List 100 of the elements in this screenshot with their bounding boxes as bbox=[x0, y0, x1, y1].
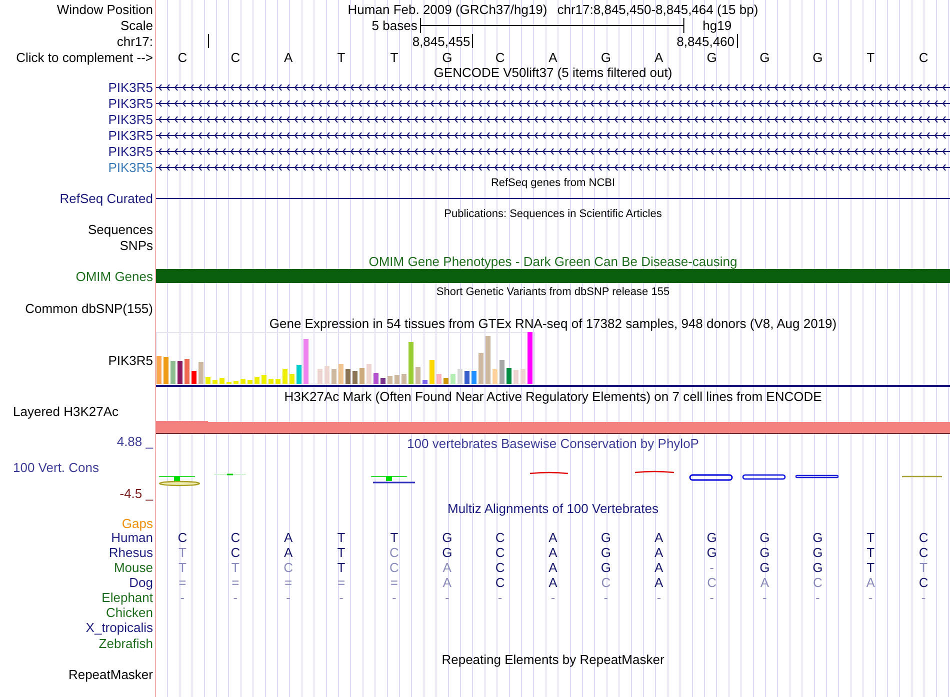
expression-bar[interactable] bbox=[276, 379, 280, 384]
expression-bar[interactable] bbox=[296, 365, 302, 384]
alignment-base: - bbox=[656, 590, 662, 605]
expression-bar[interactable] bbox=[492, 369, 498, 384]
base-letter[interactable]: A bbox=[654, 50, 664, 64]
expression-bar[interactable] bbox=[394, 375, 400, 384]
expression-bar[interactable] bbox=[304, 339, 308, 384]
base-letter[interactable]: A bbox=[284, 50, 293, 64]
expression-bar[interactable] bbox=[436, 374, 442, 384]
expression-bar[interactable] bbox=[268, 379, 274, 384]
expression-bar[interactable] bbox=[464, 371, 470, 384]
expression-bar[interactable] bbox=[388, 376, 392, 384]
alignment-base: A bbox=[548, 530, 558, 545]
expression-bar[interactable] bbox=[212, 380, 218, 384]
expression-bar[interactable] bbox=[282, 369, 288, 384]
expression-bar[interactable] bbox=[192, 371, 196, 384]
expression-bar[interactable] bbox=[380, 378, 386, 384]
expression-bar[interactable] bbox=[338, 364, 344, 384]
transcript-line[interactable] bbox=[156, 132, 950, 138]
base-letter[interactable]: G bbox=[600, 50, 611, 64]
expression-bar[interactable] bbox=[408, 342, 414, 384]
base-letter[interactable]: T bbox=[337, 50, 346, 64]
alignment-base: A bbox=[442, 575, 452, 590]
expression-bar[interactable] bbox=[422, 380, 428, 384]
base-letter[interactable]: A bbox=[548, 50, 558, 64]
expression-bar[interactable] bbox=[402, 374, 406, 384]
alignment-base: = bbox=[232, 575, 240, 590]
expression-bar[interactable] bbox=[324, 366, 330, 384]
track-title: Gene Expression in 54 tissues from GTEx RNA-seq of 17382 samples, 948 donors (V8, Aug 2019) bbox=[269, 316, 837, 331]
expression-bar[interactable] bbox=[170, 361, 176, 384]
expression-bar[interactable] bbox=[178, 361, 182, 384]
alignment-base: T bbox=[866, 530, 875, 545]
base-letter[interactable]: G bbox=[706, 50, 717, 64]
expression-bar[interactable] bbox=[506, 368, 512, 384]
expression-bar[interactable] bbox=[248, 380, 252, 384]
expression-bar[interactable] bbox=[240, 379, 246, 384]
base-letter[interactable]: C bbox=[178, 50, 188, 64]
expression-bar[interactable] bbox=[184, 359, 190, 384]
expression-bar[interactable] bbox=[332, 369, 336, 384]
species-label: Mouse bbox=[114, 560, 153, 575]
expression-bar[interactable] bbox=[352, 371, 358, 384]
gene-model-line[interactable] bbox=[156, 385, 950, 387]
expression-bar[interactable] bbox=[458, 369, 462, 384]
alignment-base: T bbox=[337, 530, 346, 545]
alignment-base: - bbox=[921, 590, 926, 605]
base-letter[interactable]: T bbox=[390, 50, 398, 64]
expression-bar[interactable] bbox=[520, 369, 526, 384]
base-letter[interactable]: G bbox=[442, 50, 452, 64]
base-letter[interactable]: G bbox=[812, 50, 823, 64]
expression-bar[interactable] bbox=[290, 374, 294, 384]
expression-bar[interactable] bbox=[220, 378, 224, 384]
alignment-base: G bbox=[760, 545, 770, 560]
base-letter[interactable]: C bbox=[918, 50, 928, 64]
alignment-base: C bbox=[230, 545, 240, 560]
track-label: PIK3R5 bbox=[108, 144, 153, 158]
expression-bar[interactable] bbox=[164, 357, 168, 384]
base-letter[interactable]: C bbox=[230, 50, 240, 64]
expression-bar[interactable] bbox=[346, 369, 350, 384]
expression-bar[interactable] bbox=[430, 360, 434, 384]
expression-bar[interactable] bbox=[156, 356, 162, 384]
expression-bar[interactable] bbox=[450, 374, 456, 384]
expression-bar[interactable] bbox=[528, 332, 532, 384]
ruler-tick bbox=[472, 34, 474, 48]
expression-bar[interactable] bbox=[366, 364, 372, 384]
transcript-line[interactable] bbox=[156, 164, 950, 170]
alignment-base: T bbox=[920, 560, 928, 575]
base-letter[interactable]: G bbox=[760, 50, 770, 64]
alignment-base: G bbox=[812, 560, 823, 575]
alignment-base: = bbox=[178, 575, 186, 590]
alignment-base: C bbox=[495, 575, 505, 590]
base-letter[interactable]: T bbox=[866, 50, 875, 64]
expression-bar[interactable] bbox=[318, 369, 322, 384]
expression-bar[interactable] bbox=[374, 373, 378, 384]
alignment-base: = bbox=[284, 575, 292, 590]
expression-bar[interactable] bbox=[262, 375, 266, 384]
conservation-mark bbox=[634, 470, 674, 474]
expression-bar[interactable] bbox=[198, 362, 204, 384]
expression-bar[interactable] bbox=[360, 368, 364, 384]
gene-phenotype-bar[interactable] bbox=[156, 269, 950, 283]
track-label: PIK3R5 bbox=[108, 96, 153, 110]
expression-bar[interactable] bbox=[444, 378, 448, 384]
transcript-line[interactable] bbox=[156, 148, 950, 154]
transcript-line[interactable] bbox=[156, 116, 950, 122]
transcript-line[interactable] bbox=[156, 100, 950, 106]
signal-bar[interactable] bbox=[156, 421, 950, 434]
base-letter[interactable]: C bbox=[495, 50, 505, 64]
track-title: Repeating Elements by RepeatMasker bbox=[442, 652, 664, 666]
gene-line[interactable] bbox=[156, 198, 950, 199]
expression-bar[interactable] bbox=[500, 360, 504, 384]
expression-bar[interactable] bbox=[206, 377, 210, 384]
expression-bar[interactable] bbox=[254, 377, 260, 384]
expression-bar[interactable] bbox=[472, 371, 476, 384]
alignment-base: A bbox=[284, 530, 293, 545]
expression-bar[interactable] bbox=[514, 370, 518, 384]
expression-bar[interactable] bbox=[478, 353, 484, 384]
transcript-line[interactable] bbox=[156, 84, 950, 90]
expression-bar[interactable] bbox=[234, 381, 238, 384]
expression-bar[interactable] bbox=[486, 336, 490, 384]
expression-bar[interactable] bbox=[416, 367, 420, 384]
conservation-mark bbox=[795, 474, 839, 478]
